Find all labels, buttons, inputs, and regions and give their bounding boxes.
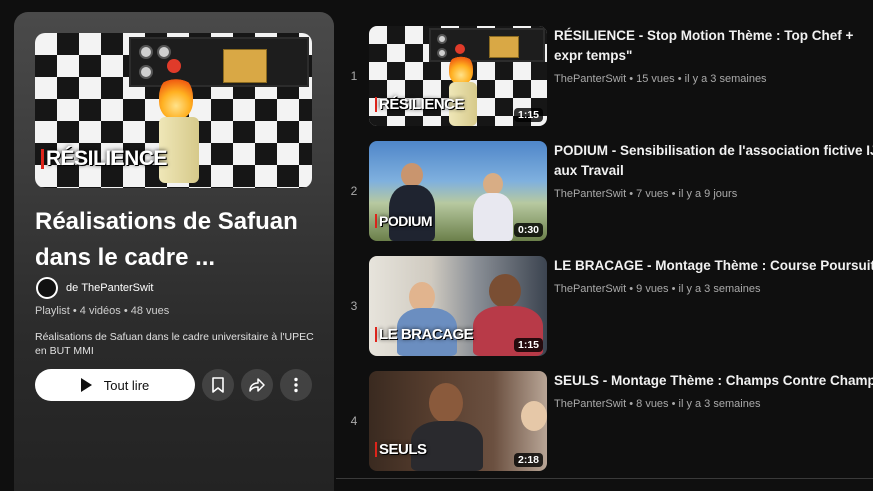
stove-plate [489,36,519,58]
video-index: 3 [350,299,358,313]
thumb-label: RÉSILIENCE [375,96,465,113]
play-all-label: Tout lire [103,377,150,393]
play-all-button[interactable]: Tout lire [35,369,195,401]
video-thumbnail[interactable]: RÉSILIENCE 1:15 [369,26,547,126]
list-item[interactable]: 4 SEULS 2:18 SEULS - Montage Thème : Cha… [336,371,873,481]
video-meta: ThePanterSwit • 8 vues • il y a 3 semain… [554,398,760,410]
channel-name[interactable]: ThePanterSwit [554,283,626,295]
more-icon [294,377,298,393]
person-head [401,163,423,187]
playlist-header-panel: RÉSILIENCE Réalisations de Safuan dans l… [14,12,334,491]
video-index: 4 [350,414,358,428]
play-icon [80,378,92,392]
playlist-video-list: 1 RÉSILIENCE 1:15 RÉSILIENCE - Stop Moti… [336,0,873,491]
flame [159,75,193,119]
list-item[interactable]: 2 PODIUM 0:30 PODIUM - Sensibilisation d… [336,141,873,251]
playlist-meta: Playlist • 4 vidéos • 48 vues [35,305,170,317]
tomato [167,59,181,73]
thumb-label: PODIUM [375,213,433,229]
person-head [429,383,463,423]
person-jersey [473,193,513,241]
owner-name[interactable]: ThePanterSwit [81,282,153,294]
video-index: 2 [350,184,358,198]
stove-knob [139,65,153,79]
stove-knob [139,45,153,59]
duration-badge: 1:15 [513,338,543,352]
duration-badge: 1:15 [513,108,543,122]
share-icon [249,378,265,392]
tomato [455,44,465,54]
playlist-owner[interactable]: de ThePanterSwit [36,277,153,299]
video-title[interactable]: PODIUM - Sensibilisation de l'associatio… [554,141,873,181]
stove-plate [223,49,267,83]
video-stats: • 15 vues • il y a 3 semaines [629,73,767,85]
owner-prefix: de [66,282,79,294]
save-playlist-button[interactable] [202,369,234,401]
channel-name[interactable]: ThePanterSwit [554,73,626,85]
person-head [489,274,521,308]
video-title[interactable]: LE BRACAGE - Montage Thème : Course Pour… [554,256,873,276]
stove-knob [157,45,171,59]
save-icon [212,377,224,393]
share-button[interactable] [241,369,273,401]
list-divider [336,478,873,479]
cardboard-stove [429,28,545,62]
hero-thumb-label: RÉSILIENCE [41,147,168,171]
video-title[interactable]: RÉSILIENCE - Stop Motion Thème : Top Che… [554,26,873,66]
video-stats: • 9 vues • il y a 3 semaines [629,283,761,295]
video-thumbnail[interactable]: SEULS 2:18 [369,371,547,471]
person-head [483,173,503,195]
playlist-description: Réalisations de Safuan dans le cadre uni… [35,331,314,357]
cardboard-stove [129,37,309,87]
video-index: 1 [350,69,358,83]
video-meta: ThePanterSwit • 15 vues • il y a 3 semai… [554,73,767,85]
avatar[interactable] [36,277,58,299]
video-title[interactable]: SEULS - Montage Thème : Champs Contre Ch… [554,371,873,391]
list-item[interactable]: 3 LE BRACAGE 1:15 LE BRACAGE - Montage T… [336,256,873,366]
person-head [521,401,547,431]
duration-badge: 0:30 [513,223,543,237]
channel-name[interactable]: ThePanterSwit [554,188,626,200]
video-stats: • 8 vues • il y a 3 semaines [629,398,761,410]
playlist-hero-thumbnail[interactable]: RÉSILIENCE [35,33,312,188]
video-stats: • 7 vues • il y a 9 jours [629,188,738,200]
stove-knob [437,48,447,58]
thumb-label: SEULS [375,441,427,458]
video-meta: ThePanterSwit • 9 vues • il y a 3 semain… [554,283,760,295]
flame [449,54,473,84]
channel-name[interactable]: ThePanterSwit [554,398,626,410]
more-actions-button[interactable] [280,369,312,401]
playlist-title: Réalisations de Safuan dans le cadre ... [35,208,298,271]
duration-badge: 2:18 [513,453,543,467]
thumb-label: LE BRACAGE [375,326,474,343]
stove-knob [437,34,447,44]
list-item[interactable]: 1 RÉSILIENCE 1:15 RÉSILIENCE - Stop Moti… [336,26,873,136]
video-meta: ThePanterSwit • 7 vues • il y a 9 jours [554,188,737,200]
video-thumbnail[interactable]: LE BRACAGE 1:15 [369,256,547,356]
video-thumbnail[interactable]: PODIUM 0:30 [369,141,547,241]
